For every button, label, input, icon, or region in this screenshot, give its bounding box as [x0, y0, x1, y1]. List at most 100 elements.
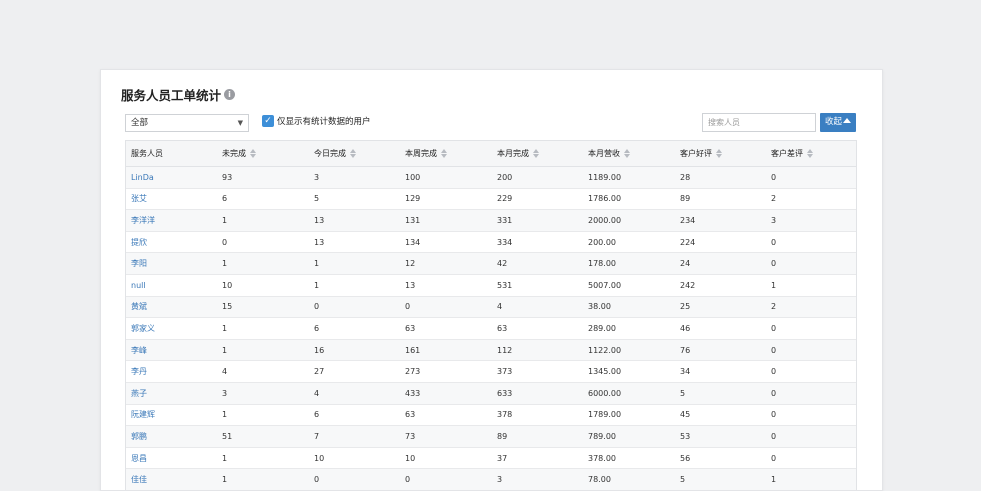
- table-cell: 129: [400, 188, 492, 211]
- staff-link[interactable]: 李峰: [126, 339, 217, 362]
- sort-icon[interactable]: [716, 149, 723, 158]
- table-cell: 134: [400, 231, 492, 254]
- table-row: 恩昌 1 10 10 37 378.00 56 0: [126, 447, 856, 470]
- table-cell: 2: [766, 296, 856, 319]
- table-cell: 0: [766, 166, 856, 189]
- panel-header: 服务人员工单统计 i: [121, 85, 236, 103]
- table-cell: 0: [766, 231, 856, 254]
- table-cell: 4: [217, 360, 309, 383]
- staff-link[interactable]: null: [126, 274, 217, 297]
- table-cell: 1122.00: [583, 339, 675, 362]
- scope-select[interactable]: 全部 ▼: [125, 114, 249, 132]
- checkbox-checked-icon[interactable]: ✓: [262, 115, 274, 127]
- table-row: 郭家义 1 6 63 63 289.00 46 0: [126, 317, 856, 340]
- sort-icon[interactable]: [624, 149, 631, 158]
- sort-icon[interactable]: [807, 149, 814, 158]
- table-cell: 6: [309, 404, 400, 427]
- table-cell: 56: [675, 447, 766, 470]
- table-cell: 7: [309, 425, 400, 448]
- table-cell: 34: [675, 360, 766, 383]
- column-header-month-done[interactable]: 本月完成: [492, 141, 583, 167]
- table-header-row: 服务人员 未完成 今日完成 本周完成 本月完成 本月营收 客户好评 客户差评: [126, 141, 856, 167]
- table-cell: 63: [400, 404, 492, 427]
- table-cell: 1: [766, 274, 856, 297]
- table-cell: 373: [492, 360, 583, 383]
- table-cell: 46: [675, 317, 766, 340]
- table-cell: 229: [492, 188, 583, 211]
- page-title: 服务人员工单统计: [121, 87, 222, 103]
- staff-link[interactable]: 提欣: [126, 231, 217, 254]
- table-cell: 73: [400, 425, 492, 448]
- sort-icon[interactable]: [533, 149, 540, 158]
- table-cell: 0: [309, 296, 400, 319]
- staff-link[interactable]: 李丹: [126, 360, 217, 383]
- table-cell: 1789.00: [583, 404, 675, 427]
- stats-table: 服务人员 未完成 今日完成 本周完成 本月完成 本月营收 客户好评 客户差评 L…: [126, 141, 856, 490]
- table-cell: 13: [309, 231, 400, 254]
- caret-up-icon: [843, 118, 851, 123]
- table-cell: 45: [675, 404, 766, 427]
- table-cell: 5: [675, 382, 766, 405]
- staff-link[interactable]: 恩昌: [126, 447, 217, 470]
- sort-icon[interactable]: [250, 149, 257, 158]
- staff-link[interactable]: 李阳: [126, 252, 217, 275]
- column-header-week-done[interactable]: 本周完成: [400, 141, 492, 167]
- stats-table-container: 服务人员 未完成 今日完成 本周完成 本月完成 本月营收 客户好评 客户差评 L…: [125, 140, 857, 490]
- table-cell: 273: [400, 360, 492, 383]
- table-cell: 1: [309, 274, 400, 297]
- table-row: 李丹 4 27 273 373 1345.00 34 0: [126, 360, 856, 383]
- sort-icon[interactable]: [441, 149, 448, 158]
- staff-link[interactable]: LinDa: [126, 166, 217, 189]
- table-cell: 378.00: [583, 447, 675, 470]
- table-cell: 331: [492, 209, 583, 232]
- table-cell: 27: [309, 360, 400, 383]
- table-row: 黄斌 15 0 0 4 38.00 25 2: [126, 296, 856, 319]
- table-cell: 0: [766, 339, 856, 362]
- table-cell: 1: [217, 339, 309, 362]
- table-cell: 531: [492, 274, 583, 297]
- sort-icon[interactable]: [350, 149, 357, 158]
- table-cell: 1189.00: [583, 166, 675, 189]
- table-cell: 0: [766, 404, 856, 427]
- info-icon[interactable]: i: [224, 88, 236, 100]
- table-cell: 37: [492, 447, 583, 470]
- table-cell: 100: [400, 166, 492, 189]
- column-header-positive-reviews[interactable]: 客户好评: [675, 141, 766, 167]
- table-cell: 10: [309, 447, 400, 470]
- table-cell: 89: [492, 425, 583, 448]
- table-cell: 0: [400, 296, 492, 319]
- table-cell: 1: [217, 209, 309, 232]
- table-cell: 25: [675, 296, 766, 319]
- only-with-data-toggle[interactable]: ✓ 仅显示有统计数据的用户: [262, 115, 371, 127]
- staff-link[interactable]: 黄斌: [126, 296, 217, 319]
- table-cell: 15: [217, 296, 309, 319]
- table-cell: 51: [217, 425, 309, 448]
- scope-select-value: 全部: [131, 118, 149, 128]
- table-cell: 38.00: [583, 296, 675, 319]
- column-header-today-done[interactable]: 今日完成: [309, 141, 400, 167]
- table-cell: 0: [217, 231, 309, 254]
- collapse-button[interactable]: 收起: [820, 113, 856, 132]
- table-cell: 161: [400, 339, 492, 362]
- table-cell: 5007.00: [583, 274, 675, 297]
- staff-link[interactable]: 李洋洋: [126, 209, 217, 232]
- staff-link[interactable]: 燕子: [126, 382, 217, 405]
- staff-link[interactable]: 郭家义: [126, 317, 217, 340]
- table-cell: 234: [675, 209, 766, 232]
- table-cell: 4: [309, 382, 400, 405]
- table-cell: 2000.00: [583, 209, 675, 232]
- table-row: 阮建辉 1 6 63 378 1789.00 45 0: [126, 404, 856, 427]
- table-row: LinDa 93 3 100 200 1189.00 28 0: [126, 166, 856, 189]
- table-row: null 10 1 13 531 5007.00 242 1: [126, 274, 856, 297]
- search-staff-input[interactable]: [702, 113, 816, 132]
- table-row: 提欣 0 13 134 334 200.00 224 0: [126, 231, 856, 254]
- table-cell: 2: [766, 188, 856, 211]
- staff-link[interactable]: 郭鹏: [126, 425, 217, 448]
- table-row: 李洋洋 1 13 131 331 2000.00 234 3: [126, 209, 856, 232]
- column-header-negative-reviews[interactable]: 客户差评: [766, 141, 856, 167]
- staff-link[interactable]: 阮建辉: [126, 404, 217, 427]
- table-row: 李峰 1 16 161 112 1122.00 76 0: [126, 339, 856, 362]
- staff-link[interactable]: 张艾: [126, 188, 217, 211]
- column-header-month-revenue[interactable]: 本月营收: [583, 141, 675, 167]
- column-header-unfinished[interactable]: 未完成: [217, 141, 309, 167]
